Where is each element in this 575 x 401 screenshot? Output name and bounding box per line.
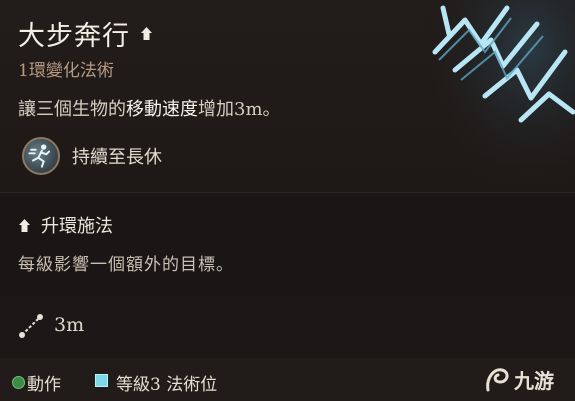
upcast-title: 升環施法 [41,216,113,237]
description-text: 增加3m。 [198,99,281,120]
range-row: 3m [0,300,575,360]
spell-duration: 持續至長休 [72,147,162,168]
spell-tooltip: 大步奔行 1環變化法術 讓三個生物的移動速度增加3m。 持續至長休 升環施法 每… [0,0,575,401]
description-text: 讓三個生物的 [18,99,126,120]
range-icon [19,314,43,338]
description-highlight: 移動速度 [126,99,198,120]
spell-school: 1環變化法術 [18,61,114,81]
svg-text:九游: 九游 [513,369,554,393]
action-cost-icon [12,376,25,389]
upcast-description: 每級影響一個額外的目標。 [18,255,234,275]
action-cost-label: 動作 [27,375,61,395]
spell-description: 讓三個生物的移動速度增加3m。 [18,95,281,121]
spell-slot-icon [95,374,108,387]
chevron-up-icon [141,27,152,40]
spell-art-icon [425,0,575,192]
spell-name: 大步奔行 [18,21,130,52]
range-value: 3m [54,314,85,336]
running-figure-icon [22,137,60,175]
upcast-header: 升環施法 [18,212,113,238]
upcast-section: 升環施法 每級影響一個額外的目標。 [0,196,575,296]
spell-slot-label: 等級3 法術位 [116,375,218,395]
spell-title-row: 大步奔行 [18,14,153,53]
chevron-up-icon [19,218,30,232]
watermark-logo: 九游 [486,368,554,393]
divider [0,192,575,193]
